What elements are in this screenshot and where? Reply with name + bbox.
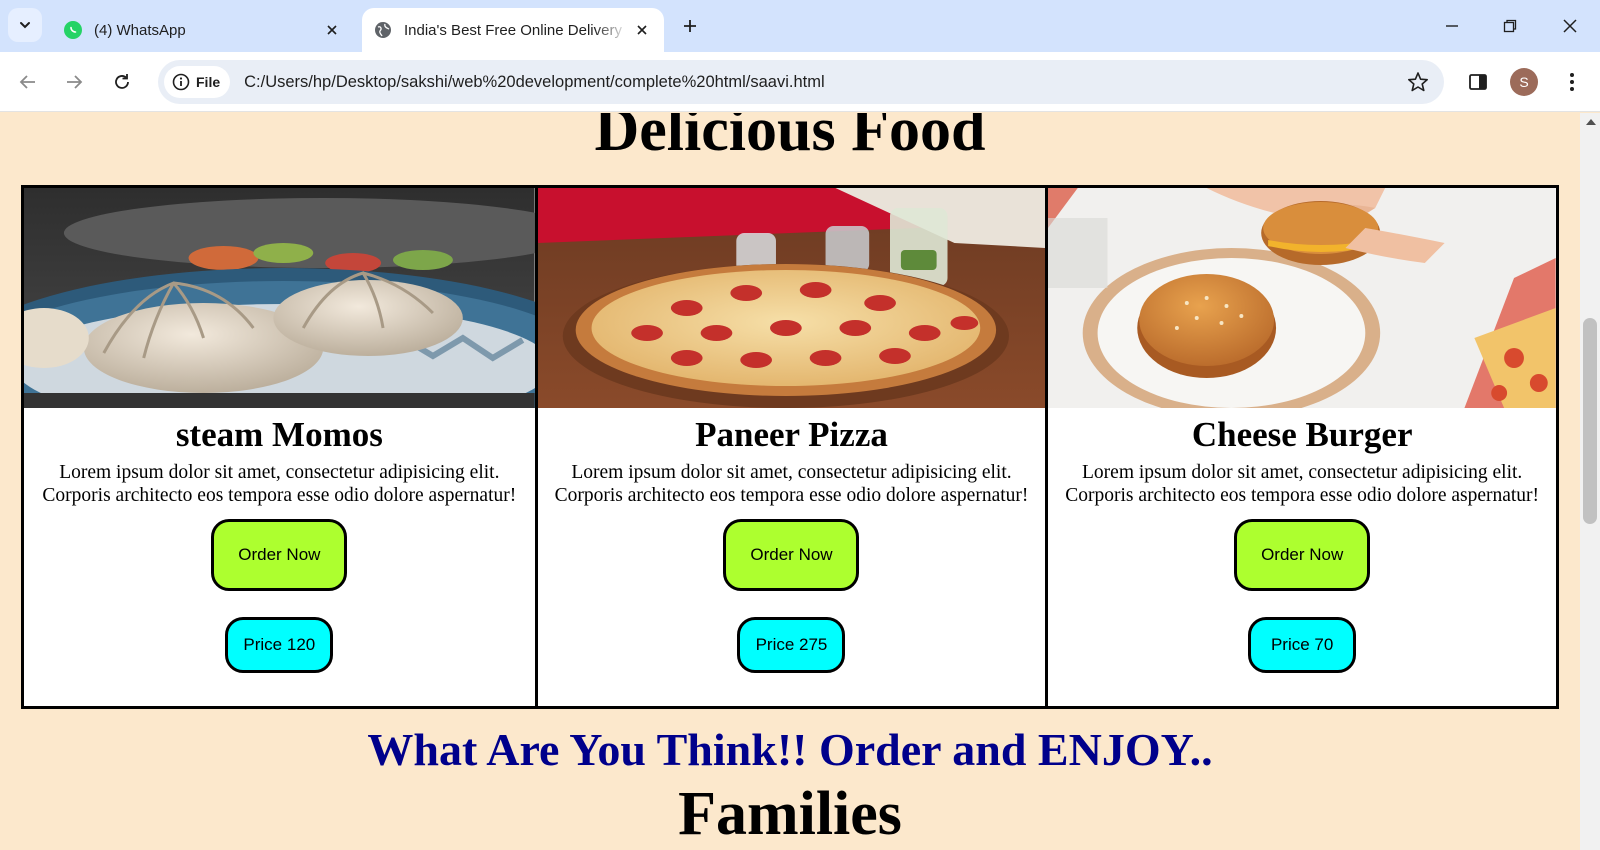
new-tab-button[interactable] [676,12,704,40]
close-tab-icon[interactable] [318,16,346,44]
plus-icon [684,20,696,32]
tab-whatsapp[interactable]: (4) WhatsApp [52,8,354,52]
globe-icon [374,21,392,39]
tab-title: (4) WhatsApp [94,21,186,39]
menu-button[interactable] [1554,64,1590,100]
whatsapp-icon [64,21,82,39]
restore-button[interactable] [1486,6,1534,46]
section-heading: Delicious Food [594,113,986,164]
food-name: Cheese Burger [1191,415,1413,454]
food-card: Cheese Burger Lorem ipsum dolor sit amet… [1045,188,1556,706]
tab-strip: (4) WhatsApp India's Best Free Online De… [0,0,1600,52]
side-panel-button[interactable] [1460,64,1496,100]
families-heading: Families [678,780,902,848]
food-card: Paneer Pizza Lorem ipsum dolor sit amet,… [534,188,1046,706]
page-viewport: Delicious Food steam Momos Lorem ipsum d… [0,113,1580,850]
food-description: Lorem ipsum dolor sit amet, consectetur … [42,461,517,506]
close-tab-icon[interactable] [628,16,656,44]
chip-label: File [196,74,221,90]
food-card: steam Momos Lorem ipsum dolor sit amet, … [24,188,535,706]
reload-button[interactable] [104,64,140,100]
price-button[interactable]: Price 120 [225,617,334,674]
scroll-up-arrow-icon[interactable] [1586,119,1596,125]
food-description: Lorem ipsum dolor sit amet, consectetur … [554,461,1029,506]
food-name: Paneer Pizza [695,415,888,454]
page-scrollbar[interactable] [1580,113,1600,850]
close-icon [1563,19,1577,33]
info-icon [172,73,190,91]
burger-photo [1048,188,1556,408]
tab-search-button[interactable] [8,8,42,42]
food-description: Lorem ipsum dolor sit amet, consectetur … [1065,461,1540,506]
browser-toolbar: File C:/Users/hp/Desktop/sakshi/web%20de… [0,52,1600,112]
price-button[interactable]: Price 275 [737,617,846,674]
profile-avatar[interactable]: S [1510,68,1538,96]
minimize-button[interactable] [1428,6,1476,46]
restore-icon [1503,19,1517,33]
kebab-menu-icon [1570,73,1574,91]
forward-arrow-icon [67,75,83,89]
side-panel-icon [1469,74,1487,90]
pizza-photo [537,188,1046,408]
reload-icon [115,74,129,89]
forward-button[interactable] [56,64,92,100]
order-now-button[interactable]: Order Now [723,519,860,592]
tab-india-best-delivery[interactable]: India's Best Free Online Delivery [362,8,664,52]
bookmark-button[interactable] [1400,64,1436,100]
site-info-chip[interactable]: File [164,66,231,98]
food-card-grid: steam Momos Lorem ipsum dolor sit amet, … [21,185,1559,709]
tab-title: India's Best Free Online Delivery [404,21,622,39]
order-now-button[interactable]: Order Now [1234,519,1371,592]
back-button[interactable] [10,64,46,100]
url-text[interactable]: C:/Users/hp/Desktop/sakshi/web%20develop… [244,73,1400,92]
food-name: steam Momos [175,415,383,454]
scroll-thumb[interactable] [1583,318,1597,524]
star-icon [1408,72,1428,92]
order-now-button[interactable]: Order Now [211,519,348,592]
back-arrow-icon [19,75,35,89]
price-button[interactable]: Price 70 [1248,617,1357,674]
minimize-icon [1446,25,1458,27]
tagline: What Are You Think!! Order and ENJOY.. [367,724,1213,775]
chevron-down-icon [20,22,30,29]
address-bar[interactable]: File C:/Users/hp/Desktop/sakshi/web%20de… [158,60,1444,104]
close-window-button[interactable] [1546,6,1594,46]
momos-photo [24,188,535,408]
